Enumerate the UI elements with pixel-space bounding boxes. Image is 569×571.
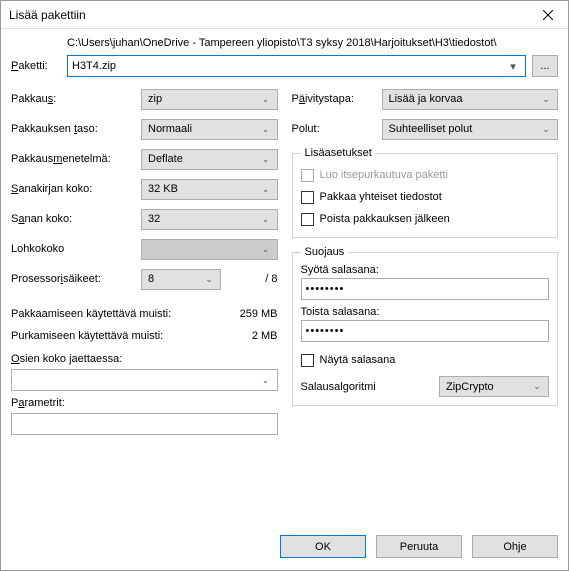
level-value: Normaali	[148, 123, 259, 135]
word-value: 32	[148, 213, 259, 225]
format-value: zip	[148, 93, 259, 105]
password-label: Syötä salasana:	[301, 264, 550, 276]
block-label: Lohkokoko	[11, 243, 141, 255]
delete-checkbox-row[interactable]: Poista pakkauksen jälkeen	[301, 209, 550, 229]
word-dropdown[interactable]: 32 ⌄	[141, 209, 278, 230]
button-row: OK Peruuta Ohje	[1, 525, 568, 570]
level-dropdown[interactable]: Normaali ⌄	[141, 119, 278, 140]
browse-button[interactable]: ...	[532, 55, 558, 77]
sfx-label: Luo itsepurkautuva paketti	[320, 169, 448, 181]
archive-name-combo[interactable]: H3T4.zip ▾	[67, 55, 526, 77]
encryption-fieldset: Suojaus Syötä salasana: •••••••• Toista …	[292, 246, 559, 406]
dict-label: Sanakirjan koko:	[11, 183, 141, 195]
chevron-down-icon: ⌄	[259, 375, 273, 386]
showpw-checkbox-row[interactable]: Näytä salasana	[301, 350, 550, 370]
level-label: Pakkauksen taso:	[11, 123, 141, 135]
word-label: Sanan koko:	[11, 213, 141, 225]
update-label: Päivitystapa:	[292, 93, 382, 105]
showpw-checkbox[interactable]	[301, 354, 314, 367]
chevron-down-icon: ⌄	[259, 154, 273, 165]
archive-path: C:\Users\juhan\OneDrive - Tampereen ylio…	[67, 37, 558, 49]
showpw-label: Näytä salasana	[320, 354, 396, 366]
archive-name-text: H3T4.zip	[72, 60, 505, 72]
dict-dropdown[interactable]: 32 KB ⌄	[141, 179, 278, 200]
delete-label: Poista pakkauksen jälkeen	[320, 213, 450, 225]
chevron-down-icon: ⌄	[259, 244, 273, 255]
params-label: Parametrit:	[11, 397, 278, 409]
threads-label: Prosessorisäikeet:	[11, 273, 141, 285]
update-value: Lisää ja korvaa	[389, 93, 540, 105]
params-input[interactable]	[11, 413, 278, 435]
chevron-down-icon: ▾	[505, 60, 521, 73]
dialog-window: Lisää pakettiin Paketti: C:\Users\juhan\…	[0, 0, 569, 571]
chevron-down-icon: ⌄	[539, 94, 553, 105]
encryption-legend: Suojaus	[301, 246, 349, 258]
method-value: Deflate	[148, 153, 259, 165]
method-label: Pakkausmenetelmä:	[11, 153, 141, 165]
chevron-down-icon: ⌄	[530, 381, 544, 392]
sfx-checkbox-row: Luo itsepurkautuva paketti	[301, 165, 550, 185]
dict-value: 32 KB	[148, 183, 259, 195]
options-legend: Lisäasetukset	[301, 147, 376, 159]
shared-label: Pakkaa yhteiset tiedostot	[320, 191, 442, 203]
help-button[interactable]: Ohje	[472, 535, 558, 558]
block-dropdown: ⌄	[141, 239, 278, 260]
ok-button[interactable]: OK	[280, 535, 366, 558]
method-dropdown[interactable]: Deflate ⌄	[141, 149, 278, 170]
paths-dropdown[interactable]: Suhteelliset polut ⌄	[382, 119, 559, 140]
chevron-down-icon: ⌄	[259, 124, 273, 135]
titlebar: Lisää pakettiin	[1, 1, 568, 29]
format-dropdown[interactable]: zip ⌄	[141, 89, 278, 110]
format-label: Pakkaus:	[11, 93, 141, 105]
paths-value: Suhteelliset polut	[389, 123, 540, 135]
delete-checkbox[interactable]	[301, 213, 314, 226]
options-fieldset: Lisäasetukset Luo itsepurkautuva paketti…	[292, 147, 559, 238]
window-title: Lisää pakettiin	[9, 8, 528, 22]
split-combo[interactable]: ⌄	[11, 369, 278, 391]
mem-decompress-value: 2 MB	[218, 330, 278, 342]
threads-dropdown[interactable]: 8 ⌄	[141, 269, 221, 290]
chevron-down-icon: ⌄	[259, 214, 273, 225]
chevron-down-icon: ⌄	[259, 94, 273, 105]
chevron-down-icon: ⌄	[202, 274, 216, 285]
chevron-down-icon: ⌄	[539, 124, 553, 135]
paths-label: Polut:	[292, 123, 382, 135]
encmethod-label: Salausalgoritmi	[301, 381, 440, 393]
password2-input[interactable]: ••••••••	[301, 320, 550, 342]
sfx-checkbox	[301, 169, 314, 182]
archive-label-2: Paketti:	[11, 60, 67, 72]
split-label: Osien koko jaettaessa:	[11, 353, 278, 365]
browse-label: ...	[540, 60, 549, 72]
close-button[interactable]	[528, 1, 568, 29]
update-dropdown[interactable]: Lisää ja korvaa ⌄	[382, 89, 559, 110]
mem-decompress-label: Purkamiseen käytettävä muisti:	[11, 330, 218, 342]
mem-compress-value: 259 MB	[218, 308, 278, 320]
mem-compress-label: Pakkaamiseen käytettävä muisti:	[11, 308, 218, 320]
encmethod-dropdown[interactable]: ZipCrypto ⌄	[439, 376, 549, 397]
shared-checkbox[interactable]	[301, 191, 314, 204]
encmethod-value: ZipCrypto	[446, 381, 530, 393]
cancel-button[interactable]: Peruuta	[376, 535, 462, 558]
close-icon	[543, 10, 553, 20]
threads-max: / 8	[265, 273, 277, 285]
threads-value: 8	[148, 273, 202, 285]
shared-checkbox-row[interactable]: Pakkaa yhteiset tiedostot	[301, 187, 550, 207]
password-input[interactable]: ••••••••	[301, 278, 550, 300]
chevron-down-icon: ⌄	[259, 184, 273, 195]
password2-label: Toista salasana:	[301, 306, 550, 318]
